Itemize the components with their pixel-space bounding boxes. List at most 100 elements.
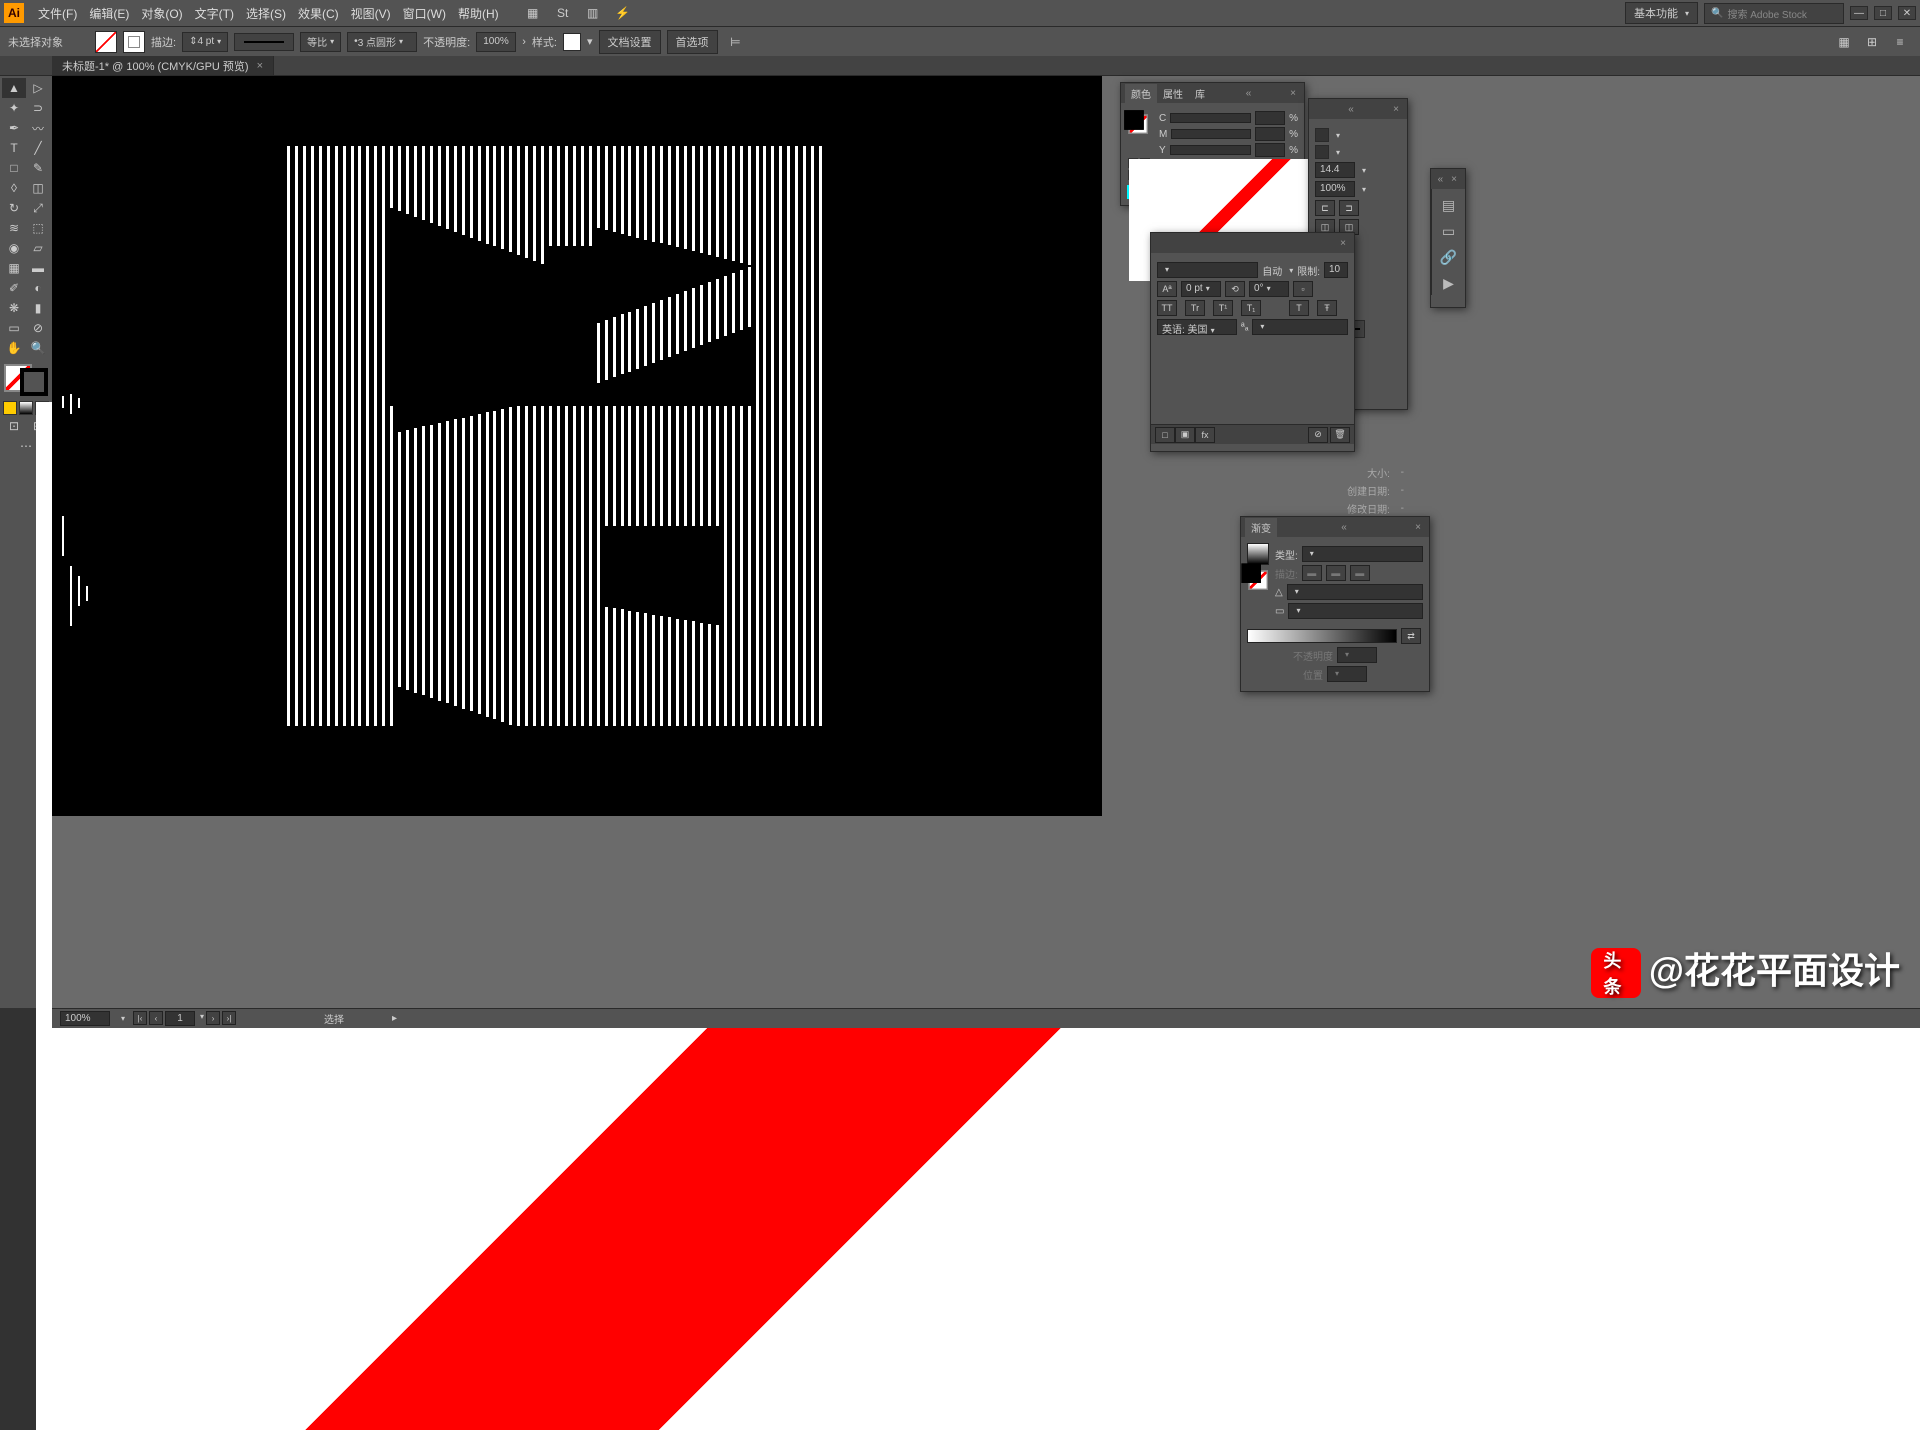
zoom-dropdown[interactable]: [118, 1013, 125, 1024]
footer-btn1[interactable]: □: [1155, 427, 1175, 443]
properties-tab[interactable]: 属性: [1157, 84, 1189, 103]
char-panel-header[interactable]: ×: [1151, 233, 1354, 253]
layers-icon[interactable]: ▤: [1435, 193, 1463, 217]
line-tool[interactable]: ╱: [26, 138, 50, 158]
zoom-tool[interactable]: 🔍: [26, 338, 50, 358]
limit-input[interactable]: 10: [1324, 262, 1348, 278]
smallcaps-button[interactable]: Tr: [1185, 300, 1205, 316]
scale-tool[interactable]: ⤢: [26, 198, 50, 218]
first-artboard[interactable]: |‹: [133, 1011, 147, 1025]
gs3[interactable]: ▬: [1350, 565, 1370, 581]
blend-tool[interactable]: ◐: [26, 278, 50, 298]
sw2[interactable]: [1315, 145, 1329, 159]
preferences-button[interactable]: 首选项: [667, 30, 718, 54]
yellow-slider[interactable]: [1170, 145, 1251, 155]
symbol-sprayer-tool[interactable]: ❋: [2, 298, 26, 318]
eyedropper-tool[interactable]: ✐: [2, 278, 26, 298]
stroke-profile-preview[interactable]: [234, 33, 294, 51]
menu-window[interactable]: 窗口(W): [397, 5, 452, 22]
allcaps-button[interactable]: TT: [1157, 300, 1177, 316]
snap-icon[interactable]: ⊞: [1860, 32, 1884, 52]
menu-file[interactable]: 文件(F): [32, 5, 83, 22]
character-panel[interactable]: × 自动 限制: 10 Aª 0 pt ⟲ 0° ▫ TT Tr T¹ T₁ T…: [1150, 232, 1355, 452]
gradient-panel[interactable]: 渐变 « × 类型: 描边:▬▬▬ △ ▭ ⇄ 不透明度 位置: [1240, 516, 1430, 692]
underline-button[interactable]: T: [1289, 300, 1309, 316]
curvature-tool[interactable]: 〰: [26, 118, 50, 138]
magenta-input[interactable]: [1255, 127, 1285, 141]
menu-select[interactable]: 选择(S): [240, 5, 292, 22]
eraser-tool[interactable]: ◫: [26, 178, 50, 198]
style-arrow[interactable]: ▾: [587, 35, 593, 48]
magic-wand-tool[interactable]: ✦: [2, 98, 26, 118]
subscript-button[interactable]: T₁: [1241, 300, 1261, 316]
next-artboard[interactable]: ›: [206, 1011, 220, 1025]
gs1[interactable]: ▬: [1302, 565, 1322, 581]
mesh-tool[interactable]: ▦: [2, 258, 26, 278]
stroke-profile-dropdown[interactable]: 等比: [300, 32, 341, 52]
document-tab-close[interactable]: ×: [257, 60, 263, 72]
tracking-input[interactable]: 0 pt: [1181, 281, 1221, 297]
selection-tool[interactable]: ▲: [2, 78, 26, 98]
gradient-close[interactable]: ×: [1411, 522, 1425, 533]
rotate-tool[interactable]: ↻: [2, 198, 26, 218]
cap1[interactable]: ⊏: [1315, 200, 1335, 216]
hand-tool[interactable]: ✋: [2, 338, 26, 358]
color-tab[interactable]: 颜色: [1125, 84, 1157, 103]
cyan-input[interactable]: [1255, 111, 1285, 125]
shaper-tool[interactable]: ◊: [2, 178, 26, 198]
free-transform-tool[interactable]: ⬚: [26, 218, 50, 238]
color-panel-collapse[interactable]: «: [1242, 88, 1256, 99]
grid-icon[interactable]: ▦: [1832, 32, 1856, 52]
lasso-tool[interactable]: ⊃: [26, 98, 50, 118]
rotation-input[interactable]: 0°: [1249, 281, 1289, 297]
gradient-tool[interactable]: ▬: [26, 258, 50, 278]
align-icon[interactable]: ⊨: [724, 32, 748, 52]
gradient-type-dropdown[interactable]: [1302, 546, 1423, 562]
dd1[interactable]: [1333, 130, 1340, 141]
none-mode-swatch[interactable]: [35, 401, 49, 415]
language-dropdown[interactable]: 英语: 美国: [1157, 319, 1237, 335]
status-arrow[interactable]: ▸: [392, 1013, 397, 1024]
arrange-icon[interactable]: ▥: [581, 3, 605, 23]
maximize-button[interactable]: □: [1874, 6, 1892, 20]
direct-selection-tool[interactable]: ▷: [26, 78, 50, 98]
artboard-number[interactable]: 1: [165, 1011, 195, 1026]
grad-position-input[interactable]: [1327, 666, 1367, 682]
grad-opacity-input[interactable]: [1337, 647, 1377, 663]
footer-btn3[interactable]: fx: [1195, 427, 1215, 443]
width-tool[interactable]: ≋: [2, 218, 26, 238]
extra-btn[interactable]: ▫: [1293, 281, 1313, 297]
gradient-aspect[interactable]: [1288, 603, 1423, 619]
menu-object[interactable]: 对象(O): [135, 5, 188, 22]
links-icon[interactable]: 🔗: [1435, 245, 1463, 269]
fill-swatch[interactable]: [95, 31, 117, 53]
opacity-arrow[interactable]: ›: [522, 36, 526, 48]
cyan-slider[interactable]: [1170, 113, 1251, 123]
gradient-collapse[interactable]: «: [1337, 522, 1351, 533]
dd2[interactable]: [1333, 147, 1340, 158]
color-mode-swatch[interactable]: [3, 401, 17, 415]
type-tool[interactable]: T: [2, 138, 26, 158]
workspace-dropdown[interactable]: 基本功能: [1625, 2, 1698, 24]
artboard-tool[interactable]: ▭: [2, 318, 26, 338]
color-panel-header[interactable]: 颜色 属性 库 « ×: [1121, 83, 1304, 103]
zoom-input[interactable]: 100%: [60, 1011, 110, 1026]
perspective-tool[interactable]: ▱: [26, 238, 50, 258]
close-button[interactable]: ✕: [1898, 6, 1916, 20]
magenta-slider[interactable]: [1171, 129, 1251, 139]
menu-type[interactable]: 文字(T): [189, 5, 240, 22]
antialias-dropdown[interactable]: [1252, 319, 1348, 335]
sw1[interactable]: [1315, 128, 1329, 142]
strip-close[interactable]: ×: [1447, 174, 1461, 185]
panel-collapse[interactable]: «: [1344, 104, 1358, 115]
stroke-swatch[interactable]: [123, 31, 145, 53]
gs2[interactable]: ▬: [1326, 565, 1346, 581]
menu-view[interactable]: 视图(V): [345, 5, 397, 22]
screen-mode-normal[interactable]: ⊡: [2, 416, 26, 436]
brush-dropdown[interactable]: • 3 点圆形: [347, 32, 417, 52]
font-dropdown[interactable]: [1157, 262, 1258, 278]
footer-btn5[interactable]: 🗑: [1330, 427, 1350, 443]
libraries-tab[interactable]: 库: [1189, 84, 1211, 103]
gradient-ramp[interactable]: [1247, 629, 1397, 643]
graph-tool[interactable]: ▮: [26, 298, 50, 318]
